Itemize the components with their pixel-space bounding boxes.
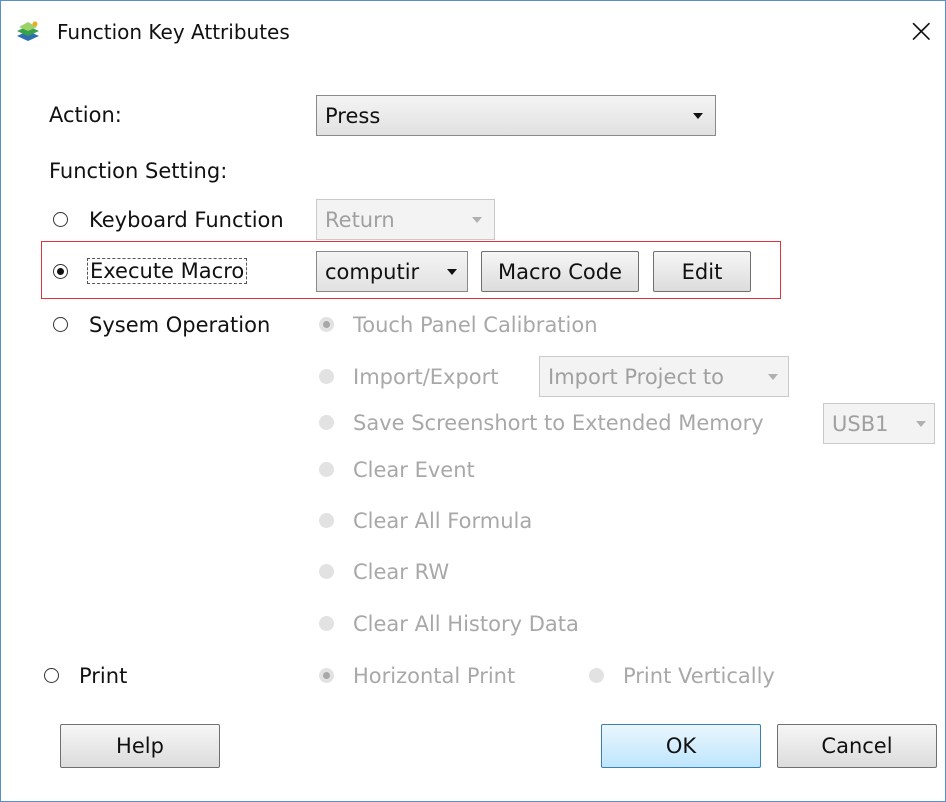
window-title: Function Key Attributes <box>57 20 290 44</box>
keyboard-function-label[interactable]: Keyboard Function <box>89 207 284 233</box>
execute-macro-label-text: Execute Macro <box>87 258 248 284</box>
print-vertically-radio <box>589 668 604 683</box>
app-icon <box>15 19 41 45</box>
ok-button[interactable]: OK <box>601 724 761 768</box>
save-screenshot-value: USB1 <box>832 411 889 436</box>
save-screenshot-select: USB1 <box>823 403 935 444</box>
system-operation-label[interactable]: Sysem Operation <box>89 312 270 338</box>
macro-code-button[interactable]: Macro Code <box>481 251 639 292</box>
clear-event-radio <box>319 462 334 477</box>
dialog-window: Function Key Attributes × Action: Press … <box>0 0 946 802</box>
cancel-button[interactable]: Cancel <box>777 724 937 768</box>
touch-calibration-label: Touch Panel Calibration <box>353 313 598 337</box>
close-icon[interactable]: × <box>907 11 936 51</box>
function-setting-label: Function Setting: <box>49 159 228 183</box>
action-label: Action: <box>49 103 122 127</box>
chevron-down-icon <box>447 268 457 275</box>
clear-history-radio <box>319 616 334 631</box>
clear-rw-radio <box>319 564 334 579</box>
print-radio[interactable] <box>44 668 59 683</box>
print-label[interactable]: Print <box>79 663 127 689</box>
import-export-radio <box>319 369 334 384</box>
keyboard-function-select: Return <box>316 199 495 240</box>
macro-select-value: computir <box>325 259 420 284</box>
clear-event-label: Clear Event <box>353 458 475 482</box>
system-operation-radio[interactable] <box>53 317 68 332</box>
horizontal-print-radio <box>319 668 334 683</box>
import-export-value: Import Project to <box>548 364 724 389</box>
import-export-label: Import/Export <box>353 365 499 389</box>
print-vertically-label: Print Vertically <box>623 664 775 688</box>
save-screenshot-radio <box>319 415 334 430</box>
execute-macro-label[interactable]: Execute Macro <box>87 258 248 284</box>
edit-button[interactable]: Edit <box>653 251 751 292</box>
clear-formula-label: Clear All Formula <box>353 509 533 533</box>
execute-macro-radio[interactable] <box>53 264 68 279</box>
clear-rw-label: Clear RW <box>353 560 450 584</box>
action-select-value: Press <box>325 103 381 128</box>
keyboard-function-radio[interactable] <box>53 212 68 227</box>
clear-formula-radio <box>319 513 334 528</box>
help-button[interactable]: Help <box>60 724 220 768</box>
chevron-down-icon <box>768 373 778 380</box>
chevron-down-icon <box>916 420 926 427</box>
chevron-down-icon <box>472 216 482 223</box>
touch-calibration-radio <box>319 317 334 332</box>
keyboard-function-value: Return <box>325 207 395 232</box>
horizontal-print-label: Horizontal Print <box>353 664 516 688</box>
chevron-down-icon <box>693 112 703 119</box>
macro-select[interactable]: computir <box>316 251 468 292</box>
clear-history-label: Clear All History Data <box>353 612 579 636</box>
save-screenshot-label: Save Screenshort to Extended Memory <box>353 411 764 435</box>
import-export-select: Import Project to <box>539 356 789 397</box>
action-select[interactable]: Press <box>316 95 716 136</box>
